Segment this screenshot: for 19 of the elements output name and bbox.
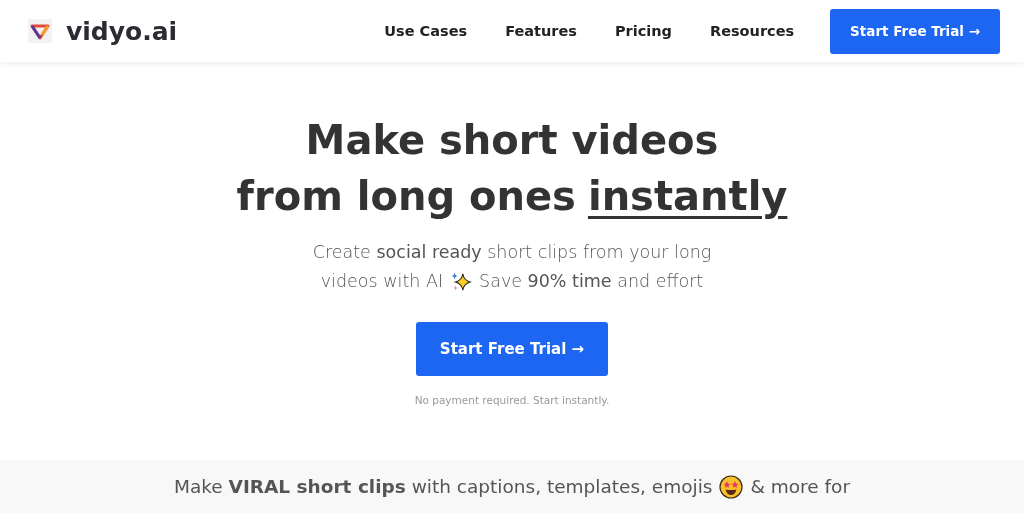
brand-name[interactable]: vidyo.ai [66,16,178,46]
headline-text: from long ones [236,173,576,219]
band-text: Make VIRAL short clips with captions, templates, emojis [174,476,713,497]
subtitle-text: videos with AI [320,270,444,293]
headline-emphasis: instantly [587,173,788,219]
band-text: & more for [750,476,850,497]
logo-icon[interactable] [28,19,52,43]
nav-link[interactable]: Use Cases [384,23,468,39]
nav-link[interactable]: Resources [709,23,795,39]
start-trial-button[interactable]: Start Free Trial → [830,8,1000,54]
start-trial-button[interactable]: Start Free Trial → [415,322,609,376]
subtitle-text: Save 90% time and effort [479,270,704,293]
note-text: No payment required. Start instantly. [414,394,610,406]
sparkles-icon [450,270,473,293]
nav-link[interactable]: Features [505,23,577,39]
nav-link[interactable]: Pricing [614,23,672,39]
headline-text: Make short videos [305,117,719,163]
subtitle-text: Create social ready short clips from your long [312,241,712,264]
star-eyes-face-icon [719,474,744,499]
